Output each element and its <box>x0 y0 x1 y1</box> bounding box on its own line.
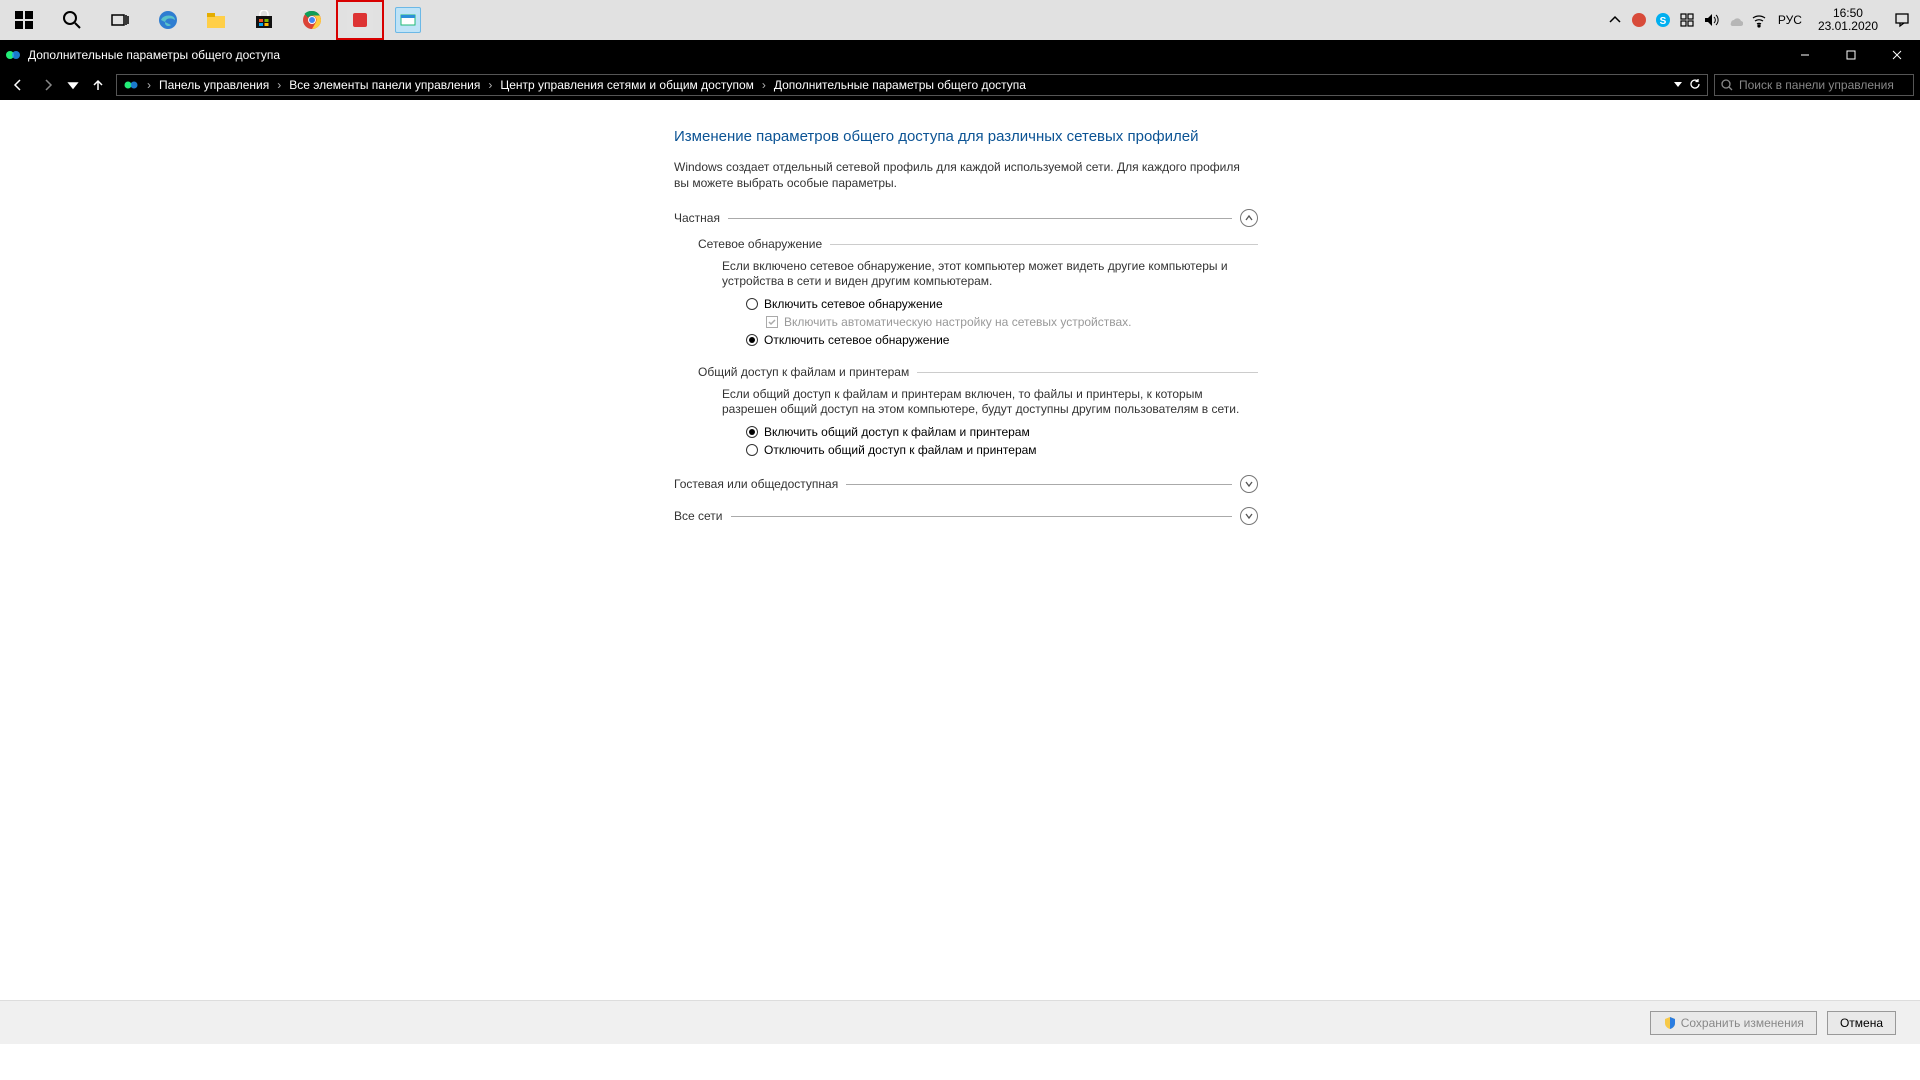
radio-fileshare-off[interactable]: Отключить общий доступ к файлам и принте… <box>746 443 1258 457</box>
uac-shield-icon <box>1663 1016 1677 1030</box>
clock-date: 23.01.2020 <box>1818 20 1878 33</box>
taskbar-left <box>0 0 432 40</box>
radio-icon <box>746 444 758 456</box>
radio-icon <box>746 426 758 438</box>
chevron-right-icon: › <box>484 78 496 92</box>
action-center-icon[interactable] <box>1890 11 1914 29</box>
close-button[interactable] <box>1874 40 1920 70</box>
taskbar-right: S РУС 16:50 23.01.2020 <box>1606 0 1920 40</box>
divider <box>728 218 1232 219</box>
radio-icon <box>746 334 758 346</box>
start-button[interactable] <box>0 0 48 40</box>
breadcrumb-item[interactable]: Дополнительные параметры общего доступа <box>774 78 1026 92</box>
radio-label: Включить сетевое обнаружение <box>764 297 943 311</box>
chevron-right-icon: › <box>273 78 285 92</box>
svg-text:S: S <box>1660 16 1667 27</box>
footer-bar: Сохранить изменения Отмена <box>0 1000 1920 1044</box>
window-titlebar: Дополнительные параметры общего доступа <box>0 40 1920 70</box>
discovery-options: Включить сетевое обнаружение Включить ав… <box>746 297 1258 347</box>
checkbox-discovery-auto[interactable]: Включить автоматическую настройку на сет… <box>766 315 1258 329</box>
radio-label: Отключить общий доступ к файлам и принте… <box>764 443 1037 457</box>
search-icon <box>1721 79 1733 91</box>
profile-guest-header[interactable]: Гостевая или общедоступная <box>674 475 1258 493</box>
radio-discovery-off[interactable]: Отключить сетевое обнаружение <box>746 333 1258 347</box>
chevron-down-icon <box>1240 507 1258 525</box>
tray-app-icon[interactable] <box>1630 11 1648 29</box>
divider <box>846 484 1232 485</box>
skype-icon[interactable]: S <box>1654 11 1672 29</box>
checkbox-icon <box>766 316 778 328</box>
radio-label: Включить общий доступ к файлам и принтер… <box>764 425 1030 439</box>
cancel-button-label: Отмена <box>1840 1016 1883 1030</box>
tray-chevron-icon[interactable] <box>1606 11 1624 29</box>
section-discovery-header: Сетевое обнаружение <box>698 237 1258 251</box>
fileshare-desc: Если общий доступ к файлам и принтерам в… <box>722 387 1258 417</box>
save-button-label: Сохранить изменения <box>1681 1016 1804 1030</box>
language-indicator[interactable]: РУС <box>1774 13 1806 27</box>
page-heading: Изменение параметров общего доступа для … <box>674 128 1258 145</box>
section-fileshare-label: Общий доступ к файлам и принтерам <box>698 365 909 379</box>
minimize-button[interactable] <box>1782 40 1828 70</box>
window-title: Дополнительные параметры общего доступа <box>28 48 280 62</box>
profile-private-header[interactable]: Частная <box>674 209 1258 227</box>
wifi-icon[interactable] <box>1750 11 1768 29</box>
chevron-right-icon: › <box>143 78 155 92</box>
page-intro: Windows создает отдельный сетевой профил… <box>674 159 1258 191</box>
profile-all-label: Все сети <box>674 509 723 523</box>
maximize-button[interactable] <box>1828 40 1874 70</box>
divider <box>830 244 1258 245</box>
breadcrumb-item[interactable]: Панель управления <box>159 78 269 92</box>
radio-fileshare-on[interactable]: Включить общий доступ к файлам и принтер… <box>746 425 1258 439</box>
radio-label: Отключить сетевое обнаружение <box>764 333 949 347</box>
content-pane: Изменение параметров общего доступа для … <box>0 100 1920 1080</box>
radio-discovery-on[interactable]: Включить сетевое обнаружение <box>746 297 1258 311</box>
divider <box>917 372 1258 373</box>
chevron-right-icon: › <box>758 78 770 92</box>
profile-guest-label: Гостевая или общедоступная <box>674 477 838 491</box>
window-icon <box>4 46 22 64</box>
search-placeholder: Поиск в панели управления <box>1739 78 1894 92</box>
onedrive-icon[interactable] <box>1726 11 1744 29</box>
chrome-icon[interactable] <box>288 0 336 40</box>
discovery-desc: Если включено сетевое обнаружение, этот … <box>722 259 1258 289</box>
section-discovery-label: Сетевое обнаружение <box>698 237 822 251</box>
taskbar-clock[interactable]: 16:50 23.01.2020 <box>1812 7 1884 33</box>
app1-icon[interactable] <box>336 0 384 40</box>
control-panel-taskbar-icon[interactable] <box>384 0 432 40</box>
search-taskbar-icon[interactable] <box>48 0 96 40</box>
breadcrumb-item[interactable]: Центр управления сетями и общим доступом <box>500 78 754 92</box>
address-dropdown-button[interactable] <box>1673 78 1683 93</box>
content: Изменение параметров общего доступа для … <box>674 100 1258 525</box>
section-fileshare-header: Общий доступ к файлам и принтерам <box>698 365 1258 379</box>
profile-all-header[interactable]: Все сети <box>674 507 1258 525</box>
nav-up-button[interactable] <box>86 73 110 97</box>
taskview-icon[interactable] <box>96 0 144 40</box>
explorer-icon[interactable] <box>192 0 240 40</box>
store-icon[interactable] <box>240 0 288 40</box>
chevron-up-icon <box>1240 209 1258 227</box>
nav-forward-button[interactable] <box>36 73 60 97</box>
edge-icon[interactable] <box>144 0 192 40</box>
divider <box>731 516 1233 517</box>
address-tools <box>1667 78 1701 93</box>
address-bar[interactable]: › Панель управления › Все элементы панел… <box>116 74 1708 96</box>
nav-back-button[interactable] <box>6 73 30 97</box>
search-box[interactable]: Поиск в панели управления <box>1714 74 1914 96</box>
cancel-button[interactable]: Отмена <box>1827 1011 1896 1035</box>
navbar: › Панель управления › Все элементы панел… <box>0 70 1920 100</box>
window-buttons <box>1782 40 1920 70</box>
checkbox-label: Включить автоматическую настройку на сет… <box>784 315 1132 329</box>
volume-icon[interactable] <box>1702 11 1720 29</box>
nav-recent-button[interactable] <box>66 73 80 97</box>
taskbar: S РУС 16:50 23.01.2020 <box>0 0 1920 40</box>
breadcrumb-item[interactable]: Все элементы панели управления <box>289 78 480 92</box>
save-button[interactable]: Сохранить изменения <box>1650 1011 1817 1035</box>
fileshare-options: Включить общий доступ к файлам и принтер… <box>746 425 1258 457</box>
profile-private-label: Частная <box>674 211 720 225</box>
chevron-down-icon <box>1240 475 1258 493</box>
security-icon[interactable] <box>1678 11 1696 29</box>
control-panel-icon <box>123 77 139 93</box>
radio-icon <box>746 298 758 310</box>
refresh-button[interactable] <box>1689 78 1701 93</box>
